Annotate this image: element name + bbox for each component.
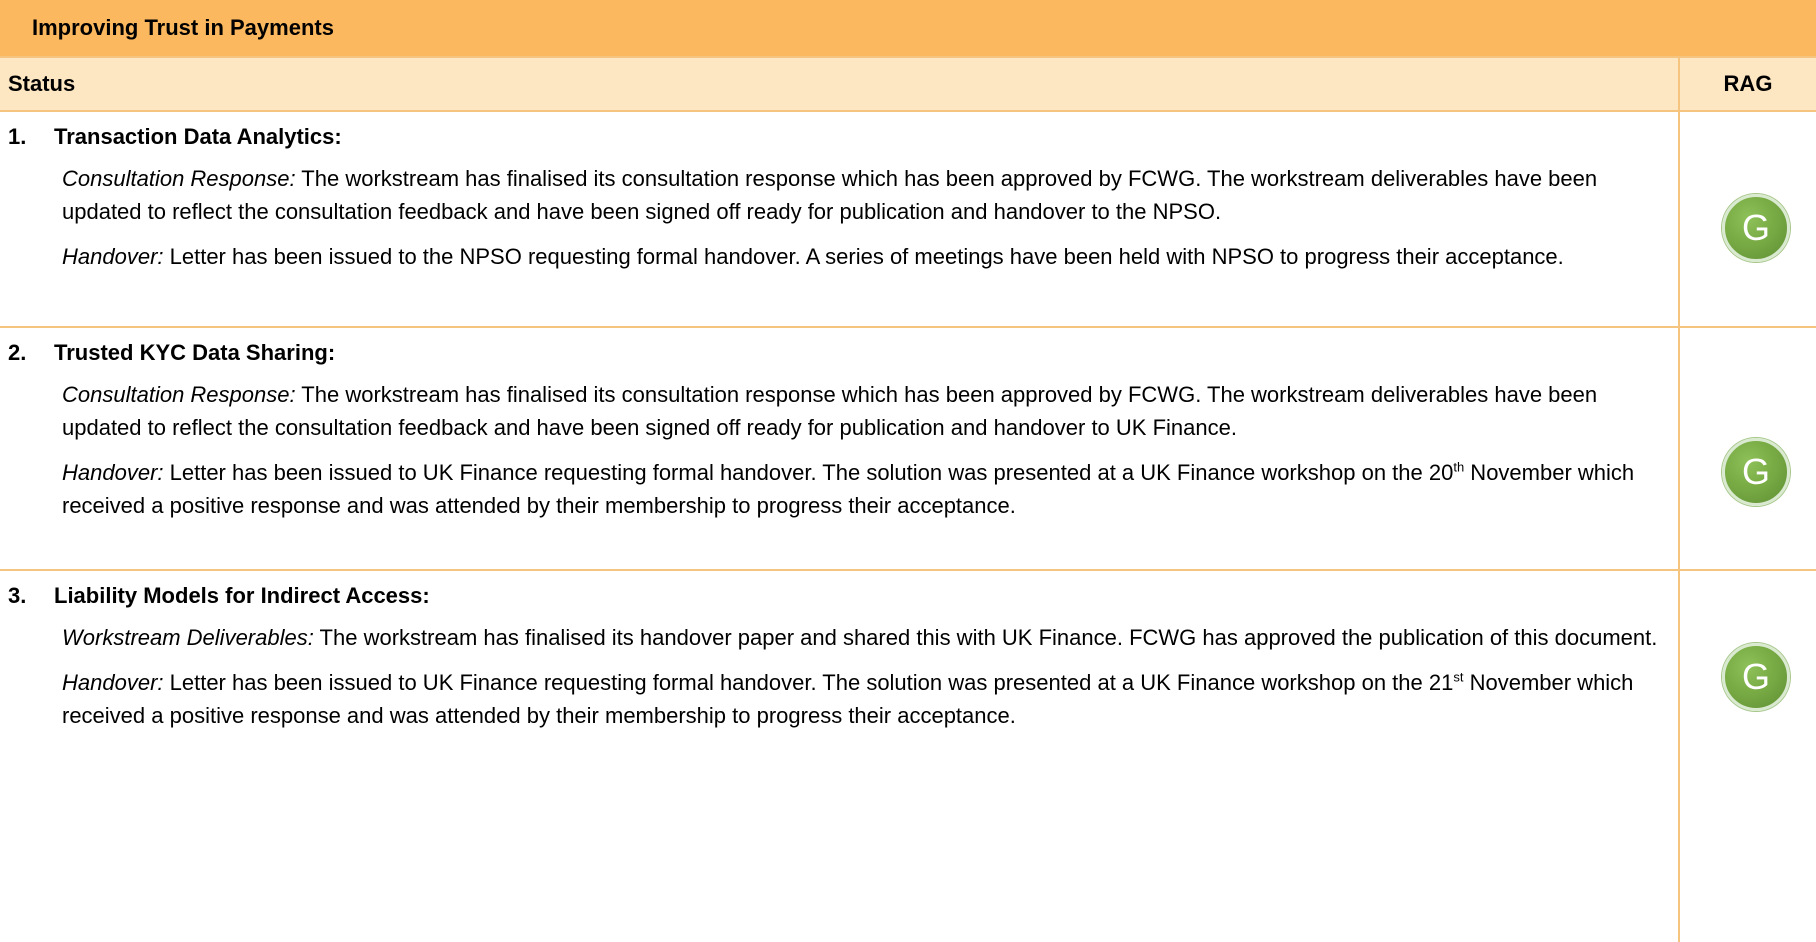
paragraph-lead: Handover: bbox=[62, 460, 164, 485]
status-cell: 2. Trusted KYC Data Sharing: Consultation… bbox=[0, 328, 1680, 569]
item-title: 1. Transaction Data Analytics: bbox=[8, 124, 1658, 150]
item-title: 2. Trusted KYC Data Sharing: bbox=[8, 340, 1658, 366]
item-number: 2. bbox=[8, 340, 27, 365]
rag-cell: G bbox=[1680, 112, 1816, 326]
paragraph-text: Letter has been issued to the NPSO reque… bbox=[163, 244, 1564, 269]
paragraph-lead: Consultation Response: bbox=[62, 382, 296, 407]
item-paragraph: Workstream Deliverables: The workstream … bbox=[62, 621, 1658, 654]
paragraph-lead: Workstream Deliverables: bbox=[62, 625, 314, 650]
paragraph-lead: Consultation Response: bbox=[62, 166, 296, 191]
paragraph-lead: Handover: bbox=[62, 244, 164, 269]
slide: Improving Trust in Payments Status RAG 1… bbox=[0, 0, 1816, 942]
table-row: 2. Trusted KYC Data Sharing: Consultation… bbox=[0, 328, 1816, 571]
item-paragraph: Consultation Response: The workstream ha… bbox=[62, 378, 1658, 444]
status-cell: 3. Liability Models for Indirect Access: … bbox=[0, 571, 1680, 942]
rag-status-badge: G bbox=[1722, 194, 1790, 262]
table-title: Improving Trust in Payments bbox=[32, 15, 334, 40]
paragraph-lead: Handover: bbox=[62, 670, 164, 695]
item-title-text: Transaction Data Analytics: bbox=[54, 124, 342, 149]
table-row: 3. Liability Models for Indirect Access: … bbox=[0, 571, 1816, 942]
paragraph-text: The workstream has finalised its handove… bbox=[313, 625, 1658, 650]
item-paragraph: Handover: Letter has been issued to the … bbox=[62, 240, 1658, 273]
item-number: 1. bbox=[8, 124, 27, 149]
rag-status-badge: G bbox=[1722, 438, 1790, 506]
table-row: 1. Transaction Data Analytics: Consultati… bbox=[0, 112, 1816, 328]
rag-cell: G bbox=[1680, 328, 1816, 569]
item-number: 3. bbox=[8, 583, 27, 608]
item-paragraph: Handover: Letter has been issued to UK F… bbox=[62, 456, 1658, 522]
item-paragraph: Consultation Response: The workstream ha… bbox=[62, 162, 1658, 228]
table-title-row: Improving Trust in Payments bbox=[0, 0, 1816, 58]
table-header-row: Status RAG bbox=[0, 58, 1816, 112]
status-table: Improving Trust in Payments Status RAG 1… bbox=[0, 0, 1816, 942]
ordinal-suffix: th bbox=[1453, 459, 1465, 475]
rag-column-header: RAG bbox=[1723, 71, 1773, 96]
item-title-text: Liability Models for Indirect Access: bbox=[54, 583, 430, 608]
rag-status-badge: G bbox=[1722, 643, 1790, 711]
paragraph-text: Letter has been issued to UK Finance req… bbox=[163, 670, 1454, 695]
item-title: 3. Liability Models for Indirect Access: bbox=[8, 583, 1658, 609]
item-title-text: Trusted KYC Data Sharing: bbox=[54, 340, 336, 365]
status-cell: 1. Transaction Data Analytics: Consultati… bbox=[0, 112, 1680, 326]
ordinal-suffix: st bbox=[1453, 669, 1464, 685]
rag-cell: G bbox=[1680, 571, 1816, 942]
item-paragraph: Handover: Letter has been issued to UK F… bbox=[62, 666, 1658, 732]
status-column-header: Status bbox=[0, 58, 1680, 110]
paragraph-text: Letter has been issued to UK Finance req… bbox=[163, 460, 1454, 485]
